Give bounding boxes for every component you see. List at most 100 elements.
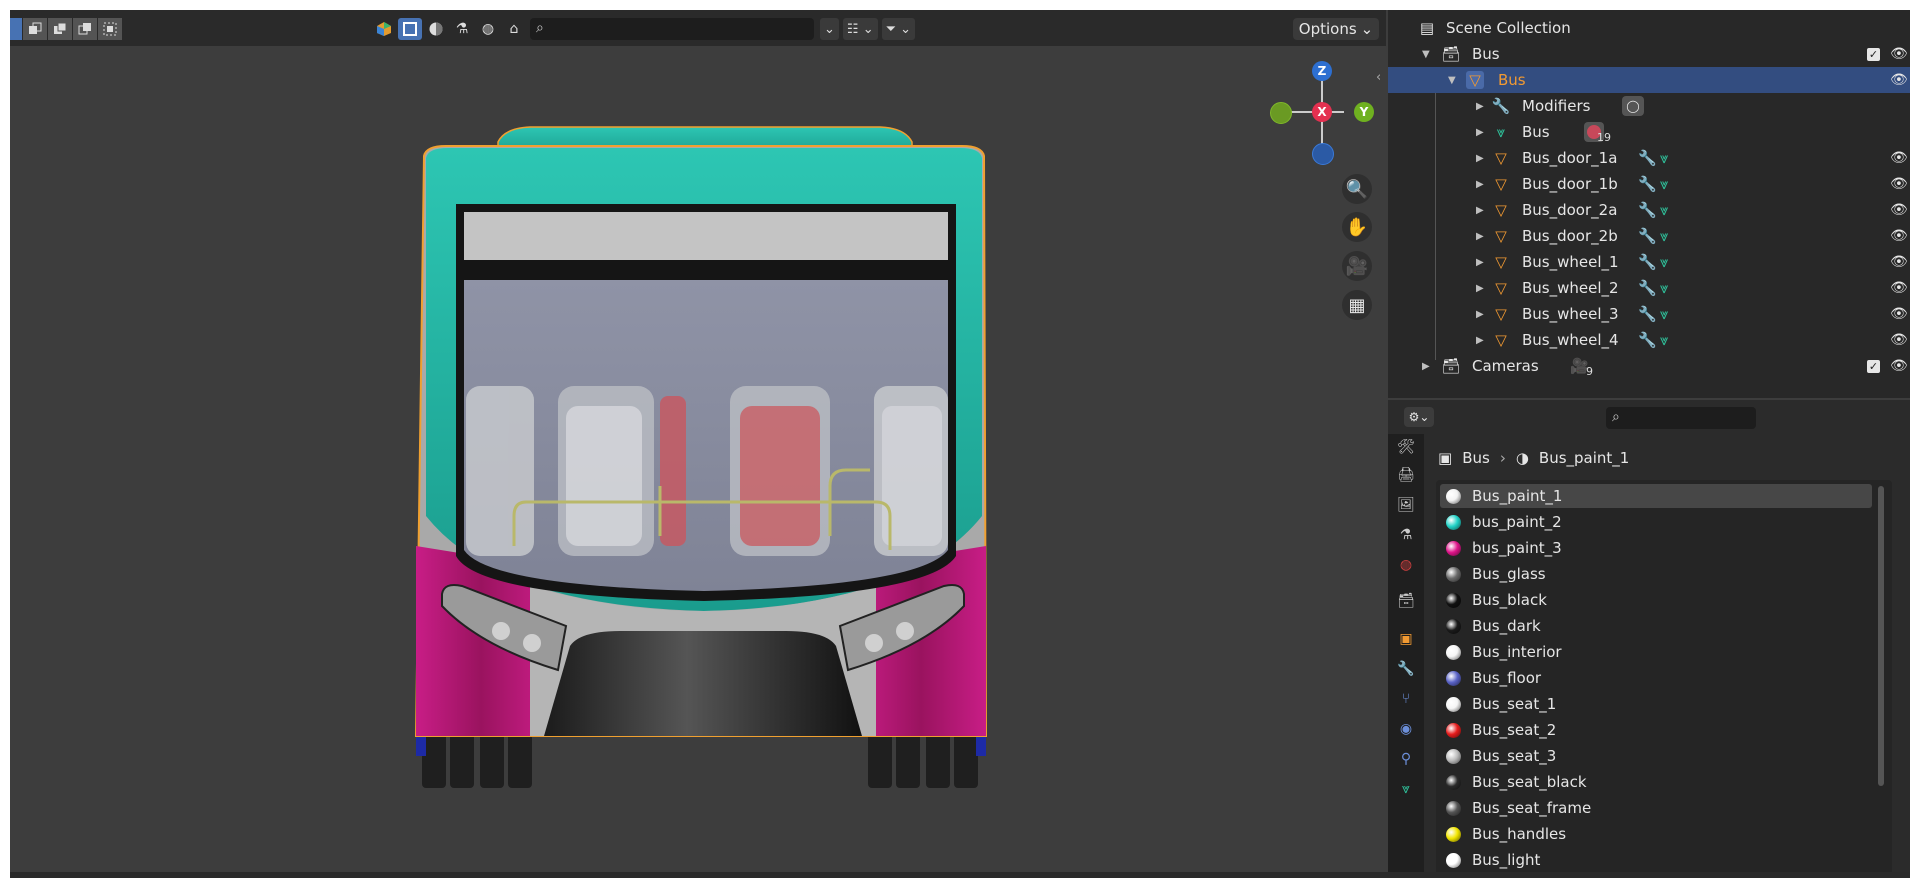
include-checkbox[interactable]: ✓: [1867, 359, 1880, 373]
outliner-row-bus-wheel-2[interactable]: ▶ ▽ Bus_wheel_2 🔧 ⩔ 👁: [1388, 275, 1910, 301]
eye-icon[interactable]: 👁: [1890, 176, 1908, 192]
hand-icon[interactable]: ✋: [1342, 212, 1372, 242]
solid-shading-icon[interactable]: [424, 18, 448, 40]
grid-icon[interactable]: ▦: [1342, 290, 1372, 320]
material-slot[interactable]: Bus_seat_3: [1440, 744, 1872, 768]
eye-icon[interactable]: 👁: [1890, 306, 1908, 322]
properties-search-input[interactable]: ⌕: [1606, 407, 1756, 429]
expand-arrow-icon[interactable]: ▶: [1476, 309, 1484, 320]
gizmo-neg-x-axis[interactable]: [1270, 102, 1292, 124]
outliner-row-bus-collection[interactable]: ▼ 🗃 Bus ✓ 👁: [1388, 41, 1910, 67]
view-layer-tab-icon[interactable]: ⚗: [1395, 524, 1417, 546]
material-slot-list[interactable]: Bus_paint_1 bus_paint_2 bus_paint_3 Bus_gla…: [1436, 480, 1892, 878]
sidebar-toggle-icon[interactable]: ‹: [1376, 70, 1381, 85]
select-box-icon[interactable]: [10, 18, 23, 40]
object-tab-icon[interactable]: ▣: [1395, 628, 1417, 650]
outliner-row-cameras[interactable]: ▶ 🗃 Cameras 🎥 9 ✓ 👁: [1388, 353, 1910, 379]
constraints-tab-icon[interactable]: ⚲: [1395, 748, 1417, 770]
particles-tab-icon[interactable]: ⑂: [1395, 688, 1417, 710]
expand-arrow-icon[interactable]: ▶: [1422, 361, 1430, 372]
outliner-row-bus-wheel-4[interactable]: ▶ ▽ Bus_wheel_4 🔧 ⩔ 👁: [1388, 327, 1910, 353]
expand-arrow-icon[interactable]: ▼: [1422, 49, 1430, 60]
eye-icon[interactable]: 👁: [1890, 202, 1908, 218]
material-slot[interactable]: Bus_interior: [1440, 640, 1872, 664]
expand-arrow-icon[interactable]: ▶: [1476, 205, 1484, 216]
output-tab-icon[interactable]: 🖼: [1395, 494, 1417, 516]
viewport-search-input[interactable]: ⌕: [530, 18, 814, 40]
include-checkbox[interactable]: ✓: [1867, 47, 1880, 61]
material-list-scrollbar[interactable]: [1878, 486, 1884, 786]
object-mode-icon[interactable]: [398, 18, 422, 40]
select-new-icon[interactable]: [23, 18, 48, 40]
filter-icon[interactable]: ⏷ ⌄: [881, 18, 916, 40]
physics-tab-icon[interactable]: ◉: [1395, 718, 1417, 740]
material-slot[interactable]: bus_paint_2: [1440, 510, 1872, 534]
bus-model[interactable]: [10, 46, 1386, 872]
chevron-down-icon[interactable]: ⌄: [820, 18, 839, 40]
outliner-row-bus-door-1b[interactable]: ▶ ▽ Bus_door_1b 🔧 ⩔ 👁: [1388, 171, 1910, 197]
gizmo-color-icon[interactable]: [372, 18, 396, 40]
expand-arrow-icon[interactable]: ▶: [1476, 231, 1484, 242]
hierarchy-icon[interactable]: ☷ ⌄: [842, 18, 878, 40]
outliner-row-modifiers[interactable]: ▶ 🔧 Modifiers ◯: [1388, 93, 1910, 119]
gizmo-x-axis[interactable]: X: [1312, 102, 1332, 122]
eye-icon[interactable]: 👁: [1890, 254, 1908, 270]
outliner-row-bus-mesh[interactable]: ▶ ⩔ Bus 19: [1388, 119, 1910, 145]
scene-tab-icon[interactable]: ◍: [1395, 554, 1417, 576]
outliner-row-bus-wheel-3[interactable]: ▶ ▽ Bus_wheel_3 🔧 ⩔ 👁: [1388, 301, 1910, 327]
expand-arrow-icon[interactable]: ▼: [1448, 75, 1456, 86]
outliner-row-bus-object[interactable]: ▼ ▽ Bus 👁: [1388, 67, 1910, 93]
eye-icon[interactable]: 👁: [1890, 228, 1908, 244]
camera-icon[interactable]: 🎥: [1342, 251, 1372, 281]
render-tab-icon[interactable]: 🖨: [1395, 464, 1417, 486]
render-preview-icon[interactable]: ◍: [476, 18, 500, 40]
material-slot[interactable]: Bus_seat_2: [1440, 718, 1872, 742]
expand-arrow-icon[interactable]: ▶: [1476, 179, 1484, 190]
outliner-row-bus-door-2a[interactable]: ▶ ▽ Bus_door_2a 🔧 ⩔ 👁: [1388, 197, 1910, 223]
3d-viewport[interactable]: ⚗ ◍ ⌂ ⌕ ⌄ ☷ ⌄ ⏷ ⌄ Options ⌄ Z X Y 🔍 ✋ 🎥 …: [10, 10, 1386, 878]
expand-arrow-icon[interactable]: ▶: [1476, 283, 1484, 294]
eye-icon[interactable]: 👁: [1890, 332, 1908, 348]
material-slot[interactable]: Bus_dark: [1440, 614, 1872, 638]
collection-tab-icon[interactable]: 🗃: [1395, 590, 1417, 612]
overlay-icon[interactable]: ⌂: [502, 18, 526, 40]
eye-icon[interactable]: 👁: [1890, 150, 1908, 166]
tool-tab-icon[interactable]: 🛠: [1395, 436, 1417, 458]
gizmo-z-axis[interactable]: Z: [1312, 61, 1332, 81]
editor-type-dropdown[interactable]: ⚙⌄: [1404, 407, 1434, 427]
outliner-row-bus-door-1a[interactable]: ▶ ▽ Bus_door_1a 🔧 ⩔ 👁: [1388, 145, 1910, 171]
material-slot[interactable]: Bus_black: [1440, 588, 1872, 612]
expand-arrow-icon[interactable]: ▶: [1476, 257, 1484, 268]
select-extend-icon[interactable]: [48, 18, 73, 40]
material-slot[interactable]: Bus_seat_black: [1440, 770, 1872, 794]
material-preview-icon[interactable]: ⚗: [450, 18, 474, 40]
zoom-icon[interactable]: 🔍: [1342, 174, 1372, 204]
data-tab-icon[interactable]: ⩔: [1395, 778, 1417, 800]
expand-arrow-icon[interactable]: ▶: [1476, 335, 1484, 346]
material-slot[interactable]: Bus_seat_frame: [1440, 796, 1872, 820]
eye-icon[interactable]: 👁: [1890, 358, 1908, 374]
eye-icon[interactable]: 👁: [1890, 72, 1908, 88]
material-slot[interactable]: Bus_seat_1: [1440, 692, 1872, 716]
material-slot[interactable]: Bus_floor: [1440, 666, 1872, 690]
status-bar: [10, 872, 1910, 878]
gizmo-neg-z-axis[interactable]: [1312, 143, 1334, 165]
eye-icon[interactable]: 👁: [1890, 46, 1908, 62]
outliner-row-bus-door-2b[interactable]: ▶ ▽ Bus_door_2b 🔧 ⩔ 👁: [1388, 223, 1910, 249]
material-slot[interactable]: Bus_paint_1: [1440, 484, 1872, 508]
modifier-tab-icon[interactable]: 🔧: [1395, 658, 1417, 680]
outliner-row-scene-collection[interactable]: ▤ Scene Collection: [1388, 15, 1910, 41]
expand-arrow-icon[interactable]: ▶: [1476, 101, 1484, 112]
options-dropdown[interactable]: Options ⌄: [1293, 18, 1379, 40]
material-slot[interactable]: bus_paint_3: [1440, 536, 1872, 560]
gizmo-y-axis[interactable]: Y: [1354, 102, 1374, 122]
expand-arrow-icon[interactable]: ▶: [1476, 127, 1484, 138]
material-slot[interactable]: Bus_handles: [1440, 822, 1872, 846]
eye-icon[interactable]: 👁: [1890, 280, 1908, 296]
outliner-row-bus-wheel-1[interactable]: ▶ ▽ Bus_wheel_1 🔧 ⩔ 👁: [1388, 249, 1910, 275]
select-intersect-icon[interactable]: [98, 18, 123, 40]
select-subtract-icon[interactable]: [73, 18, 98, 40]
material-slot[interactable]: Bus_light: [1440, 848, 1872, 872]
expand-arrow-icon[interactable]: ▶: [1476, 153, 1484, 164]
material-slot[interactable]: Bus_glass: [1440, 562, 1872, 586]
